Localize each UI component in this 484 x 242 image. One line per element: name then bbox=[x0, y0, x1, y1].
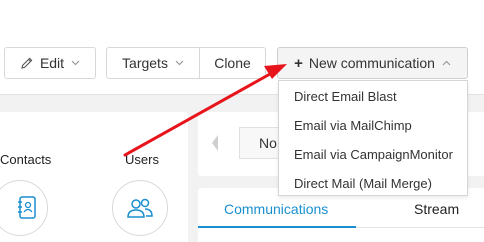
chevron-up-icon bbox=[442, 60, 451, 66]
arrow-left-icon[interactable] bbox=[212, 135, 218, 151]
clone-button[interactable]: Clone bbox=[199, 47, 266, 79]
users-button[interactable] bbox=[112, 180, 168, 236]
menu-item-email-via-mailchimp[interactable]: Email via MailChimp bbox=[279, 111, 467, 140]
edit-button[interactable]: Edit bbox=[4, 47, 96, 79]
no-selector-label: No bbox=[259, 135, 277, 151]
users-label: Users bbox=[125, 152, 159, 167]
users-icon bbox=[125, 196, 155, 220]
menu-item-direct-email-blast[interactable]: Direct Email Blast bbox=[279, 82, 467, 111]
targets-button[interactable]: Targets bbox=[106, 47, 200, 79]
clone-button-label: Clone bbox=[214, 55, 251, 71]
new-communication-label: New communication bbox=[308, 55, 435, 71]
new-communication-menu: Direct Email Blast Email via MailChimp E… bbox=[278, 80, 468, 196]
active-tab-indicator bbox=[198, 226, 356, 228]
targets-button-label: Targets bbox=[122, 55, 168, 71]
menu-item-direct-mail[interactable]: Direct Mail (Mail Merge) bbox=[279, 169, 467, 198]
contacts-label: Contacts bbox=[0, 152, 52, 167]
top-strip bbox=[0, 0, 484, 36]
menu-item-email-via-campaignmonitor[interactable]: Email via CampaignMonitor bbox=[279, 140, 467, 169]
address-book-icon bbox=[16, 195, 38, 221]
tab-divider bbox=[356, 227, 484, 228]
chevron-down-icon bbox=[71, 60, 80, 66]
tab-communications[interactable]: Communications bbox=[224, 201, 328, 217]
edit-button-label: Edit bbox=[39, 55, 65, 71]
tab-stream[interactable]: Stream bbox=[414, 201, 459, 217]
new-communication-button[interactable]: + New communication bbox=[277, 47, 468, 79]
plus-icon: + bbox=[294, 54, 303, 72]
pencil-icon bbox=[20, 56, 34, 70]
chevron-down-icon bbox=[175, 60, 184, 66]
